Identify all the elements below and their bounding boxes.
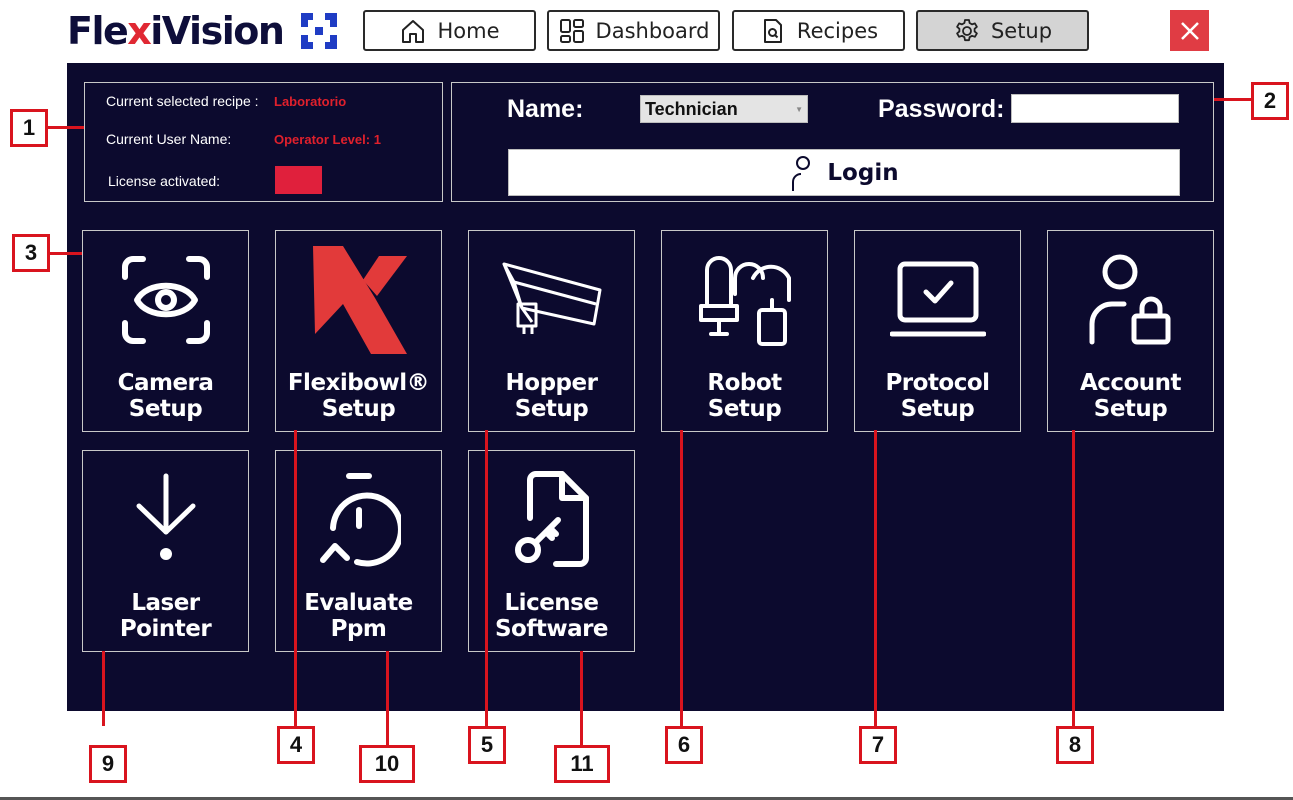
user-lock-icon xyxy=(1048,245,1213,355)
leader-line-9 xyxy=(102,651,105,726)
name-label: Name: xyxy=(507,95,584,123)
leader-line-2 xyxy=(1214,98,1251,101)
callout-10: 10 xyxy=(359,745,415,783)
nav-setup-label: Setup xyxy=(990,18,1053,43)
license-status-indicator xyxy=(275,166,322,194)
nav-dashboard-label: Dashboard xyxy=(595,18,710,43)
nav-recipes-button[interactable]: Recipes xyxy=(732,10,905,51)
license-file-icon xyxy=(469,465,634,575)
account-setup-label: Account Setup xyxy=(1079,370,1182,422)
callout-3: 3 xyxy=(12,234,50,272)
name-select[interactable]: Technician ▼ xyxy=(640,95,808,123)
callout-5: 5 xyxy=(468,726,506,764)
nav-dashboard-button[interactable]: Dashboard xyxy=(547,10,720,51)
callout-8: 8 xyxy=(1056,726,1094,764)
laser-pointer-tile[interactable]: Laser Pointer xyxy=(82,450,249,652)
callout-6: 6 xyxy=(665,726,703,764)
close-icon xyxy=(1180,21,1199,40)
chevron-down-icon: ▼ xyxy=(795,104,803,114)
recipes-icon xyxy=(763,18,782,43)
close-button[interactable] xyxy=(1170,10,1209,51)
hopper-icon xyxy=(469,245,634,355)
leader-line-8 xyxy=(1072,430,1075,726)
evaluate-ppm-label: Evaluate Ppm xyxy=(304,590,413,642)
password-input[interactable] xyxy=(1011,94,1179,123)
laser-arrow-icon xyxy=(83,465,248,575)
recipe-value: Laboratorio xyxy=(274,94,347,109)
callout-11: 11 xyxy=(554,745,610,783)
stopwatch-icon xyxy=(276,465,441,575)
callout-1: 1 xyxy=(10,109,48,147)
flexibowl-logo-icon xyxy=(276,245,441,355)
nav-setup-button[interactable]: Setup xyxy=(916,10,1089,51)
leader-line-1 xyxy=(48,126,84,129)
leader-line-3 xyxy=(50,252,82,255)
gear-icon xyxy=(956,18,978,41)
name-select-value: Technician xyxy=(645,98,738,119)
nav-home-button[interactable]: Home xyxy=(363,10,536,51)
flexibowl-setup-tile[interactable]: Flexibowl® Setup xyxy=(275,230,442,432)
callout-2: 2 xyxy=(1251,82,1289,120)
leader-line-5 xyxy=(485,430,488,726)
leader-line-6 xyxy=(680,430,683,726)
nav-home-label: Home xyxy=(437,18,500,43)
user-name-value: Operator Level: 1 xyxy=(274,132,381,147)
camera-setup-label: Camera Setup xyxy=(117,370,214,422)
callout-7: 7 xyxy=(859,726,897,764)
robot-setup-label: Robot Setup xyxy=(707,370,782,422)
protocol-setup-label: Protocol Setup xyxy=(885,370,990,422)
protocol-setup-tile[interactable]: Protocol Setup xyxy=(854,230,1021,432)
callout-4: 4 xyxy=(277,726,315,764)
user-icon xyxy=(792,155,811,191)
camera-setup-tile[interactable]: Camera Setup xyxy=(82,230,249,432)
home-icon xyxy=(402,19,425,43)
logo-mark-icon xyxy=(301,13,338,49)
license-software-tile[interactable]: License Software xyxy=(468,450,635,652)
nav-recipes-label: Recipes xyxy=(796,18,879,43)
login-button-label: Login xyxy=(827,159,899,186)
license-software-label: License Software xyxy=(494,590,609,642)
evaluate-ppm-tile[interactable]: Evaluate Ppm xyxy=(275,450,442,652)
hopper-setup-tile[interactable]: Hopper Setup xyxy=(468,230,635,432)
recipe-label: Current selected recipe : xyxy=(106,93,259,109)
robot-setup-tile[interactable]: Robot Setup xyxy=(661,230,828,432)
license-label: License activated: xyxy=(108,173,221,189)
leader-line-4 xyxy=(294,430,297,726)
hopper-setup-label: Hopper Setup xyxy=(505,370,598,422)
flexibowl-setup-label: Flexibowl® Setup xyxy=(287,370,430,422)
login-button[interactable]: Login xyxy=(508,149,1180,196)
laser-pointer-label: Laser Pointer xyxy=(119,590,212,642)
laptop-check-icon xyxy=(855,245,1020,355)
user-name-label: Current User Name: xyxy=(106,131,232,147)
leader-line-7 xyxy=(874,430,877,726)
camera-eye-icon xyxy=(83,245,248,355)
leader-line-10 xyxy=(386,651,389,745)
app-logo: FlexiVision xyxy=(67,8,339,54)
callout-9: 9 xyxy=(89,745,127,783)
robot-icon xyxy=(662,245,827,355)
password-label: Password: xyxy=(878,95,1005,123)
logo-text: FlexiVision xyxy=(67,9,285,53)
dashboard-icon xyxy=(559,18,584,43)
leader-line-11 xyxy=(580,651,583,745)
account-setup-tile[interactable]: Account Setup xyxy=(1047,230,1214,432)
